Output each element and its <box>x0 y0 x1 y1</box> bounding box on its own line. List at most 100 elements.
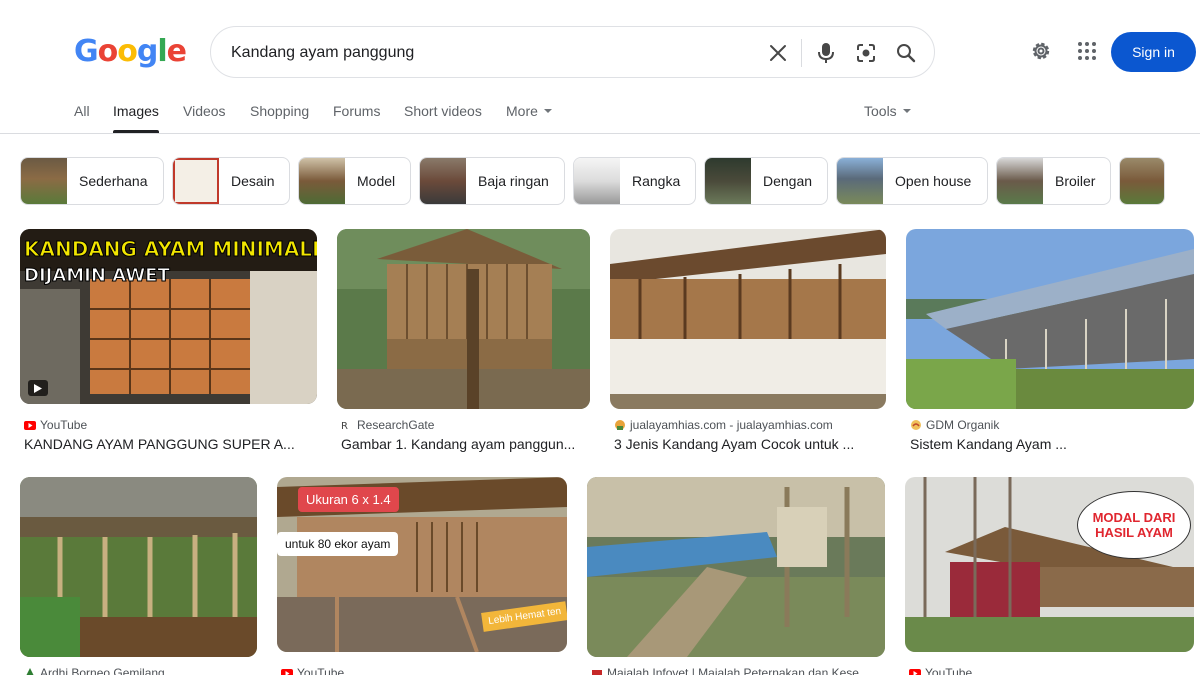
result-image: KANDANG AYAM MINIMALIS DIJAMIN AWET <box>20 229 317 404</box>
tabs-divider <box>0 133 1200 134</box>
chip-label: Model <box>357 173 396 189</box>
result-source-name: ResearchGate <box>357 418 435 432</box>
result-title[interactable]: Gambar 1. Kandang ayam panggun... <box>341 436 591 452</box>
result-image <box>610 229 886 409</box>
tab-videos[interactable]: Videos <box>183 103 226 119</box>
youtube-icon <box>24 419 36 431</box>
chip-label: Desain <box>231 173 275 189</box>
tools-button[interactable]: Tools <box>864 103 911 119</box>
result-source: R ResearchGate <box>341 418 434 432</box>
chip-label: Open house <box>895 173 972 189</box>
result-image <box>587 477 885 657</box>
google-logo[interactable]: Google <box>74 34 187 69</box>
result-source: jualayamhias.com - jualayamhias.com <box>614 418 833 432</box>
settings-gear-icon[interactable] <box>1028 38 1054 64</box>
result-source-name: GDM Organik <box>926 418 1000 432</box>
image-overlay-subtitle: DIJAMIN AWET <box>24 265 171 287</box>
tab-shopping[interactable]: Shopping <box>250 103 309 119</box>
result-source-name: YouTube <box>297 666 345 675</box>
chevron-down-icon <box>543 109 552 114</box>
tab-images[interactable]: Images <box>113 103 159 119</box>
chip-thumbnail <box>574 158 620 204</box>
chip-desain[interactable]: Desain <box>172 157 290 205</box>
result-image: Ukuran 6 x 1.4 untuk 80 ekor ayam Lebih … <box>277 477 567 652</box>
result-source: YouTube <box>281 666 344 675</box>
site-favicon-icon <box>24 667 36 675</box>
result-card[interactable]: R ResearchGate Gambar 1. Kandang ayam pa… <box>337 229 590 457</box>
result-card[interactable]: Ukuran 6 x 1.4 untuk 80 ekor ayam Lebih … <box>277 477 567 675</box>
image-overlay-title: KANDANG AYAM MINIMALIS <box>24 237 317 262</box>
search-tabs: All Images Videos Shopping Forums Short … <box>0 103 1200 133</box>
result-image <box>20 477 257 657</box>
apps-grid-icon[interactable] <box>1074 38 1100 64</box>
result-card[interactable]: jualayamhias.com - jualayamhias.com 3 Je… <box>610 229 886 457</box>
result-card[interactable]: GDM Organik Sistem Kandang Ayam ... <box>906 229 1194 457</box>
svg-text:R: R <box>341 421 348 431</box>
result-image <box>337 229 590 409</box>
result-title[interactable]: KANDANG AYAM PANGGUNG SUPER A... <box>24 436 314 452</box>
youtube-icon <box>281 667 293 675</box>
logo-letter: e <box>166 34 187 69</box>
result-title[interactable]: Sistem Kandang Ayam ... <box>910 436 1194 452</box>
result-card[interactable]: Majalah Infovet | Majalah Peternakan dan… <box>587 477 885 675</box>
chip-thumbnail <box>997 158 1043 204</box>
speech-bubble-line: HASIL AYAM <box>1095 525 1173 540</box>
result-source-name: Ardhi Borneo Gemilang <box>40 666 165 675</box>
chip-open-house[interactable]: Open house <box>836 157 988 205</box>
result-source: Ardhi Borneo Gemilang <box>24 666 165 675</box>
tab-forums[interactable]: Forums <box>333 103 380 119</box>
sign-in-button[interactable]: Sign in <box>1111 32 1196 72</box>
result-source: GDM Organik <box>910 418 999 432</box>
site-favicon-icon <box>910 419 922 431</box>
chip-label: Sederhana <box>79 173 148 189</box>
image-overlay-badge: Ukuran 6 x 1.4 <box>298 487 399 512</box>
chevron-down-icon <box>902 109 911 114</box>
result-source-name: Majalah Infovet | Majalah Peternakan dan… <box>607 666 869 675</box>
tab-short-videos[interactable]: Short videos <box>404 103 482 119</box>
search-input[interactable] <box>231 41 751 65</box>
tab-more-label: More <box>506 103 538 119</box>
chip-dengan[interactable]: Dengan <box>704 157 828 205</box>
researchgate-icon: R <box>341 419 353 431</box>
microphone-icon[interactable] <box>813 40 839 66</box>
search-divider <box>801 39 802 67</box>
chip-broiler[interactable]: Broiler <box>996 157 1111 205</box>
camera-lens-icon[interactable] <box>853 40 879 66</box>
chip-thumbnail <box>1120 158 1164 204</box>
result-card[interactable]: MODAL DARI HASIL AYAM YouTube <box>905 477 1194 675</box>
chip-rangka[interactable]: Rangka <box>573 157 696 205</box>
chip-thumbnail <box>705 158 751 204</box>
chip-baja-ringan[interactable]: Baja ringan <box>419 157 565 205</box>
chip-model[interactable]: Model <box>298 157 411 205</box>
logo-letter: g <box>136 34 159 69</box>
chip-thumbnail <box>837 158 883 204</box>
result-image <box>906 229 1194 409</box>
result-source-name: YouTube <box>40 418 88 432</box>
result-source: YouTube <box>24 418 87 432</box>
result-card[interactable]: Ardhi Borneo Gemilang <box>20 477 257 675</box>
result-card[interactable]: KANDANG AYAM MINIMALIS DIJAMIN AWET YouT… <box>20 229 317 457</box>
logo-letter: G <box>74 34 99 69</box>
chip-thumbnail <box>21 158 67 204</box>
result-title[interactable]: 3 Jenis Kandang Ayam Cocok untuk ... <box>614 436 886 452</box>
logo-letter: o <box>97 34 119 69</box>
result-image: MODAL DARI HASIL AYAM <box>905 477 1194 652</box>
search-icon[interactable] <box>893 40 919 66</box>
chip-thumbnail <box>420 158 466 204</box>
tab-more[interactable]: More <box>506 103 552 119</box>
speech-bubble: MODAL DARI HASIL AYAM <box>1077 491 1191 559</box>
result-source-name: jualayamhias.com - jualayamhias.com <box>630 418 833 432</box>
result-source: YouTube <box>909 666 972 675</box>
site-favicon-icon <box>614 419 626 431</box>
youtube-icon <box>909 667 921 675</box>
chip-label: Rangka <box>632 173 681 189</box>
tools-label: Tools <box>864 103 897 119</box>
clear-icon[interactable] <box>765 40 791 66</box>
chip-sederhana[interactable]: Sederhana <box>20 157 164 205</box>
tab-all[interactable]: All <box>74 103 90 119</box>
logo-letter: l <box>157 34 167 69</box>
image-overlay-caption: untuk 80 ekor ayam <box>277 532 399 556</box>
logo-letter: o <box>117 34 138 69</box>
chip-partial[interactable] <box>1119 157 1165 205</box>
result-source: Majalah Infovet | Majalah Peternakan dan… <box>591 666 869 675</box>
